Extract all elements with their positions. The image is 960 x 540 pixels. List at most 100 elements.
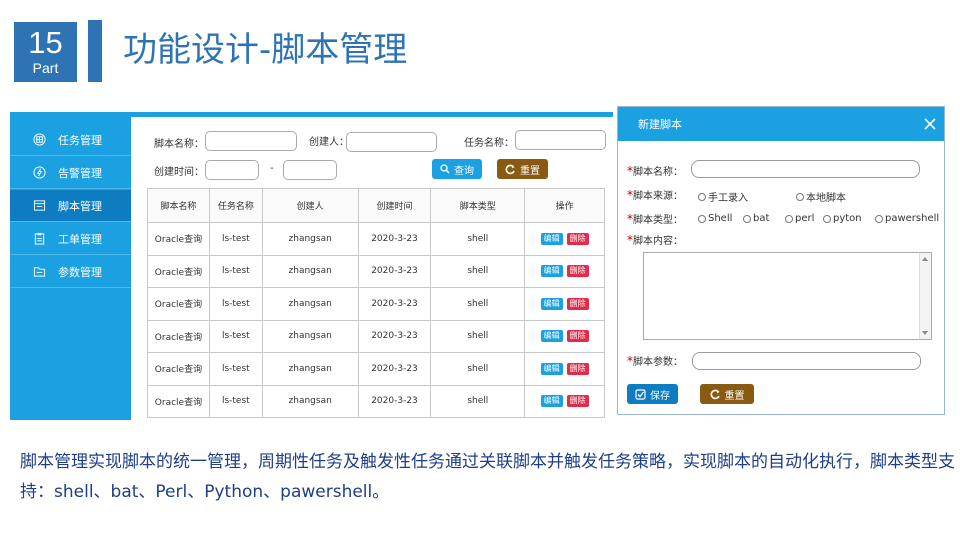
row-actions: 编辑 删除 [524,384,605,418]
script-params-label-text: 脚本参数： [633,357,683,368]
sidebar-item-label: 工单管理 [58,232,102,246]
table-row: Oracle查询 ls-test zhangsan 2020-3-23 shell 编辑删… [147,287,605,321]
table-cell: 2020-3-23 [357,384,432,418]
row-actions: 编辑 删除 [524,319,605,353]
table-cell: zhangsan [261,254,359,288]
delete-button[interactable]: 删除 [566,330,589,343]
radio-icon [785,214,793,223]
column-header: 任务名称 [208,188,263,223]
sidebar: 任务管理 告警管理 脚本管理 工单管理 参数管理 [10,117,131,420]
delete-button[interactable]: 删除 [566,232,589,245]
table-cell: Oracle查询 [147,319,210,353]
column-header: 脚本名称 [147,188,210,223]
creator-filter-label: 创建人： [309,137,349,148]
edit-button[interactable]: 编辑 [540,330,563,343]
table-row: Oracle查询 ls-test zhangsan 2020-3-23 shell 编辑删… [147,352,605,386]
table-cell: shell [430,384,526,418]
type-option-shell[interactable]: Shell [698,213,732,224]
sidebar-item-label: 任务管理 [58,133,102,147]
type-option-label: pawershell [885,213,940,224]
table-cell: zhangsan [261,319,359,353]
script-name-filter-input[interactable] [205,131,297,151]
part-label: Part [32,60,59,76]
created-time-end-input[interactable] [283,160,337,180]
reset-button-label: 重置 [520,165,540,177]
radio-icon [796,192,804,201]
sidebar-item-alarm-management[interactable]: 告警管理 [10,157,131,189]
table-cell: ls-test [208,254,263,288]
table-cell: Oracle查询 [147,254,210,288]
script-name-input[interactable] [691,160,920,178]
sidebar-item-label: 告警管理 [58,166,102,180]
radio-icon [823,214,831,223]
row-actions: 编辑 删除 [524,222,605,256]
creator-filter-input[interactable] [346,132,437,152]
script-name-field-label: *脚本名称： [627,163,683,178]
source-option-manual[interactable]: 手工录入 [698,189,748,204]
delete-button[interactable]: 删除 [566,362,589,375]
delete-button[interactable]: 删除 [566,395,589,408]
type-option-perl[interactable]: perl [785,213,814,224]
radio-icon [698,214,706,223]
save-button[interactable]: 保存 [627,384,678,404]
close-icon[interactable] [922,116,938,132]
scroll-down-icon[interactable] [922,331,928,335]
task-name-filter-input[interactable] [515,130,606,150]
edit-button[interactable]: 编辑 [540,297,563,310]
row-actions: 编辑 删除 [524,352,605,386]
scroll-up-icon[interactable] [922,257,928,261]
source-option-local[interactable]: 本地脚本 [796,189,846,204]
type-option-label: Shell [708,213,733,224]
edit-button[interactable]: 编辑 [540,362,563,375]
column-header: 创建时间 [357,188,432,223]
table-row: Oracle查询 ls-test zhangsan 2020-3-23 shell 编辑删… [147,319,605,353]
grid-icon [32,133,46,147]
sidebar-item-label: 参数管理 [58,265,102,279]
table-cell: shell [430,319,526,353]
edit-button[interactable]: 编辑 [540,395,563,408]
column-header: 创建人 [261,188,359,223]
part-number-badge: 15 Part [14,22,77,82]
alarm-icon [32,166,46,180]
table-cell: zhangsan [261,352,359,386]
created-time-start-input[interactable] [205,160,259,180]
script-table: 脚本名称 任务名称 创建人 创建时间 脚本类型 操作 Oracle查询 ls-te… [147,188,605,418]
table-cell: Oracle查询 [147,287,210,321]
part-number: 15 [28,25,63,60]
description-text: 脚本管理实现脚本的统一管理，周期性任务及触发性任务通过关联脚本并触发任务策略，实… [20,452,955,502]
table-row: Oracle查询 ls-test zhangsan 2020-3-23 shell 编辑删… [147,384,605,418]
type-option-pyton[interactable]: pyton [823,213,862,224]
table-cell: 2020-3-23 [357,254,432,288]
script-params-input[interactable] [692,352,921,370]
sidebar-item-ticket-management[interactable]: 工单管理 [10,223,131,255]
delete-button[interactable]: 删除 [566,297,589,310]
script-management-app: 任务管理 告警管理 脚本管理 工单管理 参数管理 脚本名称： 创建人： 任务名称… [10,117,613,420]
type-option-pawershell[interactable]: pawershell [875,213,939,224]
sidebar-item-task-management[interactable]: 任务管理 [10,124,131,156]
dialog-reset-button-label: 重置 [724,390,745,402]
script-content-textarea[interactable] [643,252,932,340]
sidebar-item-script-management[interactable]: 脚本管理 [10,190,131,222]
type-option-bat[interactable]: bat [743,213,769,224]
table-cell: zhangsan [261,384,359,418]
query-button-label: 查询 [454,165,474,177]
search-icon [440,164,450,174]
reset-button[interactable]: 重置 [497,159,548,179]
table-row: Oracle查询 ls-test zhangsan 2020-3-23 shell 编辑删… [147,222,605,256]
row-actions: 编辑 删除 [524,254,605,288]
edit-button[interactable]: 编辑 [540,232,563,245]
sidebar-item-label: 脚本管理 [58,199,102,213]
query-button[interactable]: 查询 [432,159,482,179]
textarea-scrollbar[interactable] [919,253,931,339]
main-content: 脚本名称： 创建人： 任务名称： 创建时间： - 查询 重置 脚本名称 任务名称… [131,117,613,420]
row-actions: 编辑 删除 [524,287,605,321]
type-option-label: bat [753,213,770,224]
dialog-reset-button[interactable]: 重置 [700,384,754,404]
title-accent-bar [88,20,102,82]
delete-button[interactable]: 删除 [566,265,589,278]
table-cell: 2020-3-23 [357,352,432,386]
edit-button[interactable]: 编辑 [540,265,563,278]
sidebar-item-parameter-management[interactable]: 参数管理 [10,256,131,288]
new-script-dialog: 新建脚本 *脚本名称： *脚本来源： 手工录入 本地脚本 *脚本类型： Shel… [617,106,945,415]
table-cell: 2020-3-23 [357,319,432,353]
